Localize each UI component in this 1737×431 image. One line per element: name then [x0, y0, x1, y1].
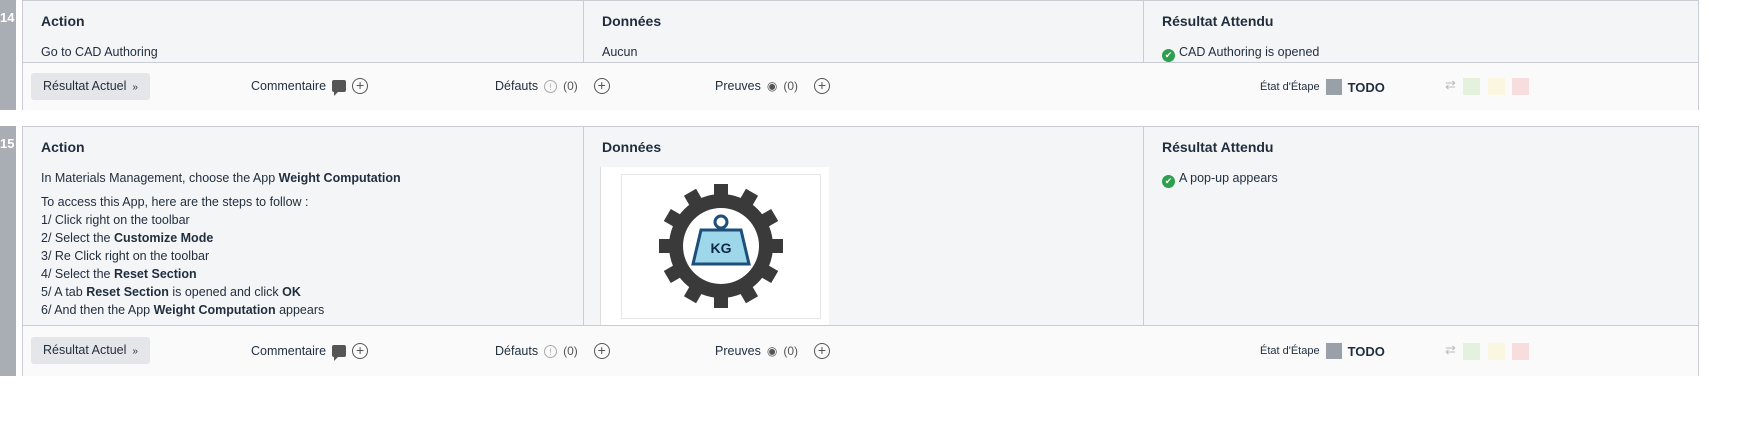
- expected-column: Résultat Attendu ✔ A pop-up appears: [1143, 127, 1700, 325]
- step-number: 14: [0, 0, 16, 110]
- action-column: Action Go to CAD Authoring: [23, 1, 583, 62]
- swap-icon[interactable]: ⇄: [1445, 342, 1456, 358]
- gear-weight-icon: KG: [659, 184, 783, 308]
- proofs-count: (0): [783, 344, 799, 358]
- step-footer: Résultat Actuel » Commentaire + Défauts !…: [23, 63, 1698, 110]
- action-column: Action In Materials Management, choose t…: [23, 127, 583, 325]
- data-header: Données: [602, 13, 662, 29]
- eye-icon: ◉: [766, 344, 778, 358]
- proofs-label: Preuves: [715, 79, 761, 93]
- data-column: Données KG: [583, 127, 1143, 325]
- actual-result-label: Résultat Actuel: [43, 343, 127, 357]
- step-card: Action Go to CAD Authoring Données Aucun…: [22, 0, 1699, 110]
- pass-button[interactable]: [1463, 343, 1480, 360]
- expected-header: Résultat Attendu: [1162, 139, 1274, 155]
- actual-result-button[interactable]: Résultat Actuel »: [31, 73, 150, 100]
- proofs-count: (0): [783, 79, 799, 93]
- step-footer: Résultat Actuel » Commentaire + Défauts !…: [23, 326, 1698, 376]
- fail-button[interactable]: [1512, 343, 1529, 360]
- action-intro: In Materials Management, choose the App …: [41, 171, 401, 185]
- fail-button[interactable]: [1512, 78, 1529, 95]
- data-text: Aucun: [602, 45, 638, 59]
- warning-icon: !: [544, 79, 558, 93]
- comment-group: Commentaire +: [251, 78, 369, 96]
- add-defect-button[interactable]: +: [593, 343, 610, 359]
- chevron-down-icon: »: [132, 346, 138, 357]
- state-indicator: [1325, 343, 1342, 359]
- step-number: 15: [0, 126, 16, 376]
- warning-icon: !: [544, 344, 558, 358]
- step-state: État d'Étape TODO: [1260, 79, 1385, 95]
- actual-result-button[interactable]: Résultat Actuel »: [31, 337, 150, 364]
- data-column: Données Aucun: [583, 1, 1143, 62]
- defects-count: (0): [563, 79, 578, 93]
- step-content: Action In Materials Management, choose t…: [23, 127, 1698, 326]
- defects-label: Défauts: [495, 79, 539, 93]
- action-header: Action: [41, 139, 85, 155]
- add-defect-button[interactable]: +: [593, 78, 610, 94]
- state-label: État d'Étape: [1260, 345, 1320, 357]
- check-circle-icon: ✔: [1162, 175, 1175, 188]
- chevron-down-icon: »: [132, 82, 138, 93]
- defects-label: Défauts: [495, 344, 539, 358]
- defects-group: Défauts ! (0) +: [495, 343, 610, 359]
- comment-label: Commentaire: [251, 344, 327, 358]
- pass-button[interactable]: [1463, 78, 1480, 95]
- action-steps: To access this App, here are the steps t…: [41, 195, 325, 317]
- add-comment-button[interactable]: +: [352, 78, 369, 94]
- state-label: État d'Étape: [1260, 81, 1320, 93]
- state-indicator: [1325, 79, 1342, 95]
- comment-icon[interactable]: [332, 345, 347, 361]
- proofs-group: Preuves ◉ (0) +: [715, 78, 831, 94]
- add-comment-button[interactable]: +: [352, 343, 369, 359]
- data-image[interactable]: KG: [600, 167, 829, 325]
- svg-text:KG: KG: [711, 240, 732, 256]
- state-value: TODO: [1347, 343, 1385, 359]
- eye-icon: ◉: [766, 79, 778, 93]
- defects-group: Défauts ! (0) +: [495, 78, 610, 94]
- check-circle-icon: ✔: [1162, 49, 1175, 62]
- blocked-button[interactable]: [1488, 78, 1505, 95]
- action-text: Go to CAD Authoring: [41, 45, 158, 59]
- comment-group: Commentaire +: [251, 343, 369, 361]
- data-header: Données: [602, 139, 662, 155]
- proofs-group: Preuves ◉ (0) +: [715, 343, 831, 359]
- actual-result-label: Résultat Actuel: [43, 79, 127, 93]
- step-content: Action Go to CAD Authoring Données Aucun…: [23, 1, 1698, 63]
- expected-column: Résultat Attendu ✔ CAD Authoring is opene…: [1143, 1, 1700, 62]
- action-header: Action: [41, 13, 85, 29]
- image-frame: KG: [621, 174, 821, 319]
- proofs-label: Preuves: [715, 344, 761, 358]
- comment-icon[interactable]: [332, 80, 347, 96]
- expected-result: ✔ CAD Authoring is opened: [1162, 43, 1682, 62]
- swap-icon[interactable]: ⇄: [1445, 77, 1456, 93]
- expected-text: CAD Authoring is opened: [1179, 45, 1320, 59]
- expected-result: ✔ A pop-up appears: [1162, 169, 1682, 188]
- comment-label: Commentaire: [251, 79, 327, 93]
- state-value: TODO: [1347, 79, 1385, 95]
- expected-text: A pop-up appears: [1179, 171, 1278, 185]
- defects-count: (0): [563, 344, 578, 358]
- step-card: Action In Materials Management, choose t…: [22, 126, 1699, 376]
- add-proof-button[interactable]: +: [814, 343, 831, 359]
- step-state: État d'Étape TODO: [1260, 343, 1385, 359]
- add-proof-button[interactable]: +: [814, 78, 831, 94]
- blocked-button[interactable]: [1488, 343, 1505, 360]
- expected-header: Résultat Attendu: [1162, 13, 1274, 29]
